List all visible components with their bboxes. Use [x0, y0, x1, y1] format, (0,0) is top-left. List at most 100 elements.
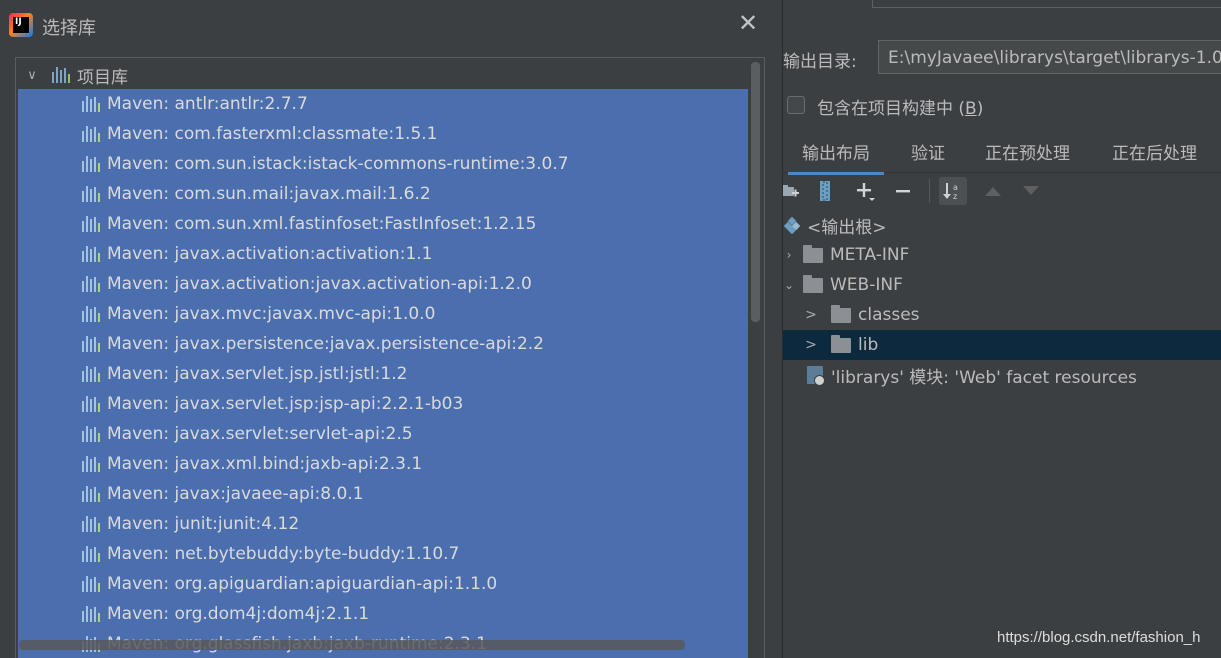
maven-library-icon [82, 486, 100, 502]
artifact-tabs: 输出布局 验证 正在预处理 正在后处理 [783, 130, 1221, 175]
output-tree-label: META-INF [830, 245, 910, 265]
library-label: Maven: javax.servlet.jsp:jsp-api:2.2.1-b… [107, 394, 464, 414]
library-list-item[interactable]: Maven: com.sun.xml.fastinfoset:FastInfos… [82, 209, 536, 239]
library-tree[interactable]: ∨ 项目库 Maven: antlr:antlr:2.7.7 Maven: com… [15, 57, 765, 658]
tab-output-layout[interactable]: 输出布局 [788, 139, 884, 175]
output-dir-field[interactable]: E:\myJavaee\librarys\target\librarys-1.0 [878, 40, 1221, 74]
library-label: Maven: net.bytebuddy:byte-buddy:1.10.7 [107, 544, 460, 564]
library-label: Maven: junit:junit:4.12 [107, 514, 300, 534]
toolbar-separator [929, 179, 930, 203]
chevron-right-icon[interactable]: > [803, 337, 819, 353]
remove-icon[interactable] [889, 177, 917, 205]
maven-library-icon [82, 426, 100, 442]
choose-library-dialog: 选择库 ✕ ∨ 项目库 Maven: antlr:antlr:2.7.7 Mave… [0, 0, 783, 658]
move-up-icon[interactable] [979, 177, 1007, 205]
chevron-right-icon[interactable]: › [783, 248, 795, 262]
output-tree-label: classes [858, 305, 920, 325]
library-list-item[interactable]: Maven: javax.xml.bind:jaxb-api:2.3.1 [82, 449, 422, 479]
tab-pre-processing[interactable]: 正在预处理 [985, 139, 1070, 164]
maven-library-icon [82, 156, 100, 172]
sort-alphabetically-icon[interactable]: az [939, 177, 967, 205]
add-archive-icon[interactable] [811, 177, 839, 205]
tab-post-processing[interactable]: 正在后处理 [1112, 139, 1197, 164]
library-list-item[interactable]: Maven: org.dom4j:dom4j:2.1.1 [82, 599, 369, 629]
output-tree-label: 'librarys' 模块: 'Web' facet resources [831, 367, 1137, 388]
output-tree-label: <输出根> [807, 217, 887, 238]
library-list-item[interactable]: Maven: javax.servlet.jsp.jstl:jstl:1.2 [82, 359, 407, 389]
maven-library-icon [82, 546, 100, 562]
library-label: Maven: javax:javaee-api:8.0.1 [107, 484, 364, 504]
svg-text:z: z [953, 192, 957, 201]
library-list-item[interactable]: Maven: com.fasterxml:classmate:1.5.1 [82, 119, 438, 149]
add-icon[interactable] [851, 177, 879, 205]
close-icon[interactable]: ✕ [735, 10, 761, 36]
maven-library-icon [82, 366, 100, 382]
library-list-item[interactable]: Maven: net.bytebuddy:byte-buddy:1.10.7 [82, 539, 459, 569]
library-label: Maven: javax.activation:javax.activation… [107, 274, 532, 294]
library-list-item[interactable]: Maven: javax:javaee-api:8.0.1 [82, 479, 364, 509]
svg-text:a: a [953, 183, 958, 192]
library-list-item[interactable]: Maven: javax.activation:javax.activation… [82, 269, 532, 299]
output-tree-item[interactable]: ⌄ WEB-INF [783, 270, 1221, 300]
library-list-item[interactable]: Maven: com.sun.istack:istack-commons-run… [82, 149, 569, 179]
dialog-title-bar[interactable]: 选择库 ✕ [0, 0, 783, 50]
maven-library-icon [82, 96, 100, 112]
output-tree-item[interactable]: > classes [783, 300, 1221, 330]
library-list-item[interactable]: Maven: javax.mvc:javax.mvc-api:1.0.0 [82, 299, 435, 329]
output-tree-label: WEB-INF [830, 275, 903, 295]
library-list-item[interactable]: Maven: javax.persistence:javax.persisten… [82, 329, 544, 359]
library-list-item[interactable]: Maven: javax.activation:activation:1.1 [82, 239, 432, 269]
output-tree-item[interactable]: 'librarys' 模块: 'Web' facet resources [783, 360, 1221, 390]
output-root-icon [783, 216, 801, 235]
maven-library-icon [82, 306, 100, 322]
maven-library-icon [82, 396, 100, 412]
library-icon [52, 67, 70, 83]
include-in-build-label[interactable]: 包含在项目构建中 (B) [817, 94, 983, 119]
maven-library-icon [82, 456, 100, 472]
output-tree-label: lib [858, 335, 879, 355]
folder-icon [803, 274, 823, 293]
dialog-title: 选择库 [42, 18, 96, 39]
maven-library-icon [82, 576, 100, 592]
ide-field-outline [872, 0, 1221, 8]
maven-library-icon [82, 336, 100, 352]
horizontal-scrollbar-thumb[interactable] [19, 640, 685, 650]
library-list-item[interactable]: Maven: javax.servlet.jsp:jsp-api:2.2.1-b… [82, 389, 463, 419]
library-list-item[interactable]: Maven: org.apiguardian:apiguardian-api:1… [82, 569, 497, 599]
maven-library-icon [82, 186, 100, 202]
maven-library-icon [82, 516, 100, 532]
library-root-node[interactable]: ∨ 项目库 [16, 60, 756, 90]
library-label: Maven: org.apiguardian:apiguardian-api:1… [107, 574, 498, 594]
library-list-item[interactable]: Maven: com.sun.mail:javax.mail:1.6.2 [82, 179, 431, 209]
output-tree-item[interactable]: › META-INF [783, 240, 1221, 270]
maven-library-icon [82, 246, 100, 262]
chevron-down-icon[interactable]: ∨ [24, 68, 40, 83]
intellij-logo-icon [9, 13, 33, 37]
library-list-item[interactable]: Maven: junit:junit:4.12 [82, 509, 299, 539]
layout-toolbar: az [783, 173, 1221, 209]
output-tree-item-selected[interactable]: > lib [783, 330, 1221, 360]
folder-icon [831, 334, 851, 353]
watermark: https://blog.csdn.net/fashion_h [997, 629, 1201, 646]
library-root-label: 项目库 [77, 67, 128, 88]
library-label: Maven: antlr:antlr:2.7.7 [107, 94, 308, 114]
maven-library-icon [82, 126, 100, 142]
library-label: Maven: com.sun.istack:istack-commons-run… [107, 154, 569, 174]
web-facet-icon [807, 366, 825, 386]
output-tree-item[interactable]: <输出根> [783, 210, 1221, 240]
output-dir-label: 输出目录: [783, 52, 857, 72]
library-label: Maven: org.dom4j:dom4j:2.1.1 [107, 604, 370, 624]
chevron-down-icon[interactable]: ⌄ [783, 278, 795, 292]
library-list-item[interactable]: Maven: javax.servlet:servlet-api:2.5 [82, 419, 413, 449]
library-label: Maven: javax.servlet:servlet-api:2.5 [107, 424, 413, 444]
vertical-scrollbar-thumb[interactable] [751, 62, 760, 322]
maven-library-icon [82, 216, 100, 232]
library-label: Maven: com.sun.mail:javax.mail:1.6.2 [107, 184, 431, 204]
include-in-build-checkbox[interactable] [787, 96, 805, 114]
library-label: Maven: com.sun.xml.fastinfoset:FastInfos… [107, 214, 537, 234]
library-list-item[interactable]: Maven: antlr:antlr:2.7.7 [82, 89, 308, 119]
chevron-right-icon[interactable]: > [803, 307, 819, 323]
move-down-icon[interactable] [1017, 177, 1045, 205]
library-label: Maven: javax.servlet.jsp.jstl:jstl:1.2 [107, 364, 408, 384]
tab-validation[interactable]: 验证 [911, 139, 945, 164]
